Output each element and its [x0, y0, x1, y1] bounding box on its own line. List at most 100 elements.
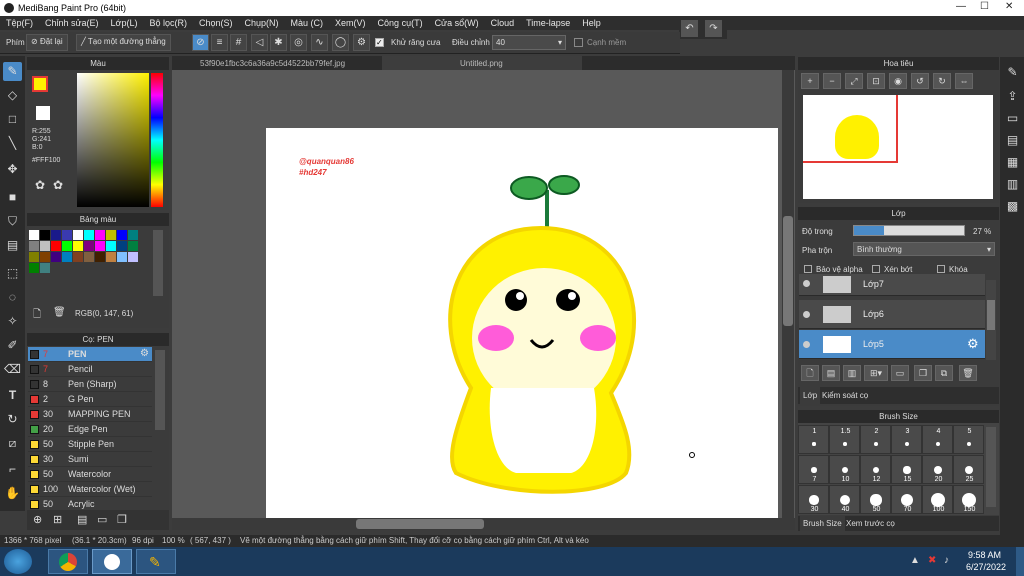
background-color-swatch[interactable] — [36, 106, 50, 120]
maximize-icon[interactable]: ☐ — [980, 1, 989, 12]
rotate-left-icon[interactable]: ↺ — [911, 73, 929, 89]
visibility-icon[interactable] — [803, 311, 810, 318]
brush-item[interactable]: 100 Watercolor (Wet) — [28, 482, 152, 497]
hand-tool-icon[interactable]: ✋ — [3, 484, 22, 503]
palette-swatch[interactable] — [40, 252, 50, 262]
palette-swatch[interactable] — [84, 252, 94, 262]
menu-item[interactable]: Cửa sổ(W) — [429, 18, 485, 28]
fit-icon[interactable]: ⤢ — [845, 73, 863, 89]
menu-item[interactable]: Xem(V) — [329, 18, 372, 28]
settings-icon[interactable]: ⚙ — [353, 34, 370, 51]
palette-swatch[interactable] — [128, 241, 138, 251]
delete-layer-icon[interactable]: 🗑 — [959, 365, 977, 381]
foreground-color-swatch[interactable] — [32, 76, 48, 92]
brush-props-icon[interactable]: ▤ — [77, 513, 87, 526]
palette-swatch[interactable] — [29, 241, 39, 251]
palette-swatch[interactable] — [73, 241, 83, 251]
close-icon[interactable]: ✕ — [1005, 1, 1013, 12]
grid-icon[interactable]: # — [230, 34, 247, 51]
delete-palette-icon[interactable]: 🗑 — [53, 307, 66, 318]
line-tool-icon[interactable]: ╲ — [3, 134, 22, 153]
rotate-right-icon[interactable]: ↻ — [933, 73, 951, 89]
blend-mode-select[interactable]: Bình thường ▾ — [853, 242, 995, 256]
flip-icon[interactable]: ⇔ — [955, 73, 973, 89]
palette-swatch[interactable] — [40, 263, 50, 273]
brush-size-cell[interactable]: 12 — [860, 455, 891, 484]
protect-alpha-checkbox[interactable] — [804, 265, 812, 273]
layer-scrollbar[interactable] — [986, 280, 996, 360]
palette-swatches[interactable] — [29, 230, 147, 273]
straight-line-button[interactable]: ╱ Tạo một đường thẳng — [76, 34, 171, 51]
brush-size-cell[interactable]: 100 — [922, 485, 953, 514]
brush-size-cell[interactable]: 150 — [953, 485, 984, 514]
comment-icon[interactable]: ▤ — [1003, 131, 1022, 150]
clock-time[interactable]: 9:58 AM — [968, 550, 1001, 560]
operation-tool-icon[interactable]: ↻ — [3, 410, 22, 429]
menu-item[interactable]: Time-lapse — [520, 18, 576, 28]
brush-size-cell[interactable]: 50 — [860, 485, 891, 514]
brush-scrollbar[interactable] — [155, 350, 165, 430]
volume-icon[interactable]: ♪ — [944, 555, 949, 566]
copy-brush-icon[interactable]: ❐ — [117, 513, 127, 526]
palette-swatch[interactable] — [29, 230, 39, 240]
tray-arrow-icon[interactable]: ▲ — [910, 555, 920, 566]
palette-swatch[interactable] — [73, 252, 83, 262]
hatch-icon[interactable]: ≡ — [211, 34, 228, 51]
zoom-in-icon[interactable]: + — [801, 73, 819, 89]
select-tool-icon[interactable]: ⬚ — [3, 264, 22, 283]
bucket-tool-icon[interactable]: ⛉ — [3, 212, 22, 231]
move-tool-icon[interactable]: ✥ — [3, 160, 22, 179]
clip-checkbox[interactable] — [872, 265, 880, 273]
zoom-out-icon[interactable]: − — [823, 73, 841, 89]
actual-size-icon[interactable]: ⊡ — [867, 73, 885, 89]
layer-folder-icon[interactable]: ▭ — [891, 365, 909, 381]
brush-size-cell[interactable]: 4 — [922, 425, 953, 454]
brush-item[interactable]: 8 Pen (Sharp) — [28, 377, 152, 392]
menu-item[interactable]: Cloud — [485, 18, 521, 28]
palette-swatch[interactable] — [40, 241, 50, 251]
antialias-checkbox[interactable]: ✓ — [375, 38, 384, 47]
palette-swatch[interactable] — [62, 252, 72, 262]
menu-item[interactable]: Chọn(S) — [193, 18, 239, 28]
layer-props-icon[interactable]: ▥ — [843, 365, 861, 381]
tab-brush-size[interactable]: Brush Size — [800, 516, 845, 531]
select-eraser-icon[interactable]: ⌫ — [3, 360, 22, 379]
menu-item[interactable]: Chụp(N) — [239, 18, 285, 28]
brush-tool-icon[interactable]: ✎ — [3, 62, 22, 81]
brush-item[interactable]: 20 Edge Pen — [28, 422, 152, 437]
palette-swatch[interactable] — [95, 230, 105, 240]
brush-size-cell[interactable]: 10 — [829, 455, 860, 484]
saturation-value-picker[interactable] — [77, 73, 149, 207]
palette-swatch[interactable] — [29, 263, 39, 273]
brush-size-cell[interactable]: 5 — [953, 425, 984, 454]
palette-swatch[interactable] — [128, 252, 138, 262]
reset-button[interactable]: ⊘ Đặt lại — [26, 34, 68, 51]
lock-checkbox[interactable] — [937, 265, 945, 273]
layer-settings-icon[interactable]: ⚙ — [967, 336, 979, 352]
eraser-tool-icon[interactable]: ◇ — [3, 86, 22, 105]
brush-size-cell[interactable]: 30 — [798, 485, 829, 514]
brush-item[interactable]: 50 Stipple Pen — [28, 437, 152, 452]
show-desktop-button[interactable] — [1016, 547, 1024, 576]
brush-size-cell[interactable]: 2 — [860, 425, 891, 454]
palette-swatch[interactable] — [62, 230, 72, 240]
drawing-canvas[interactable]: @quanquan86 #hd247 — [266, 128, 778, 518]
tab-brush-control[interactable]: Kiểm soát cọ — [822, 391, 868, 400]
tab-image-file[interactable]: 53f90e1fbc3c6a36a9c5d4522bb79fef.jpg — [200, 59, 345, 68]
brush-item[interactable]: 7 Pencil — [28, 362, 152, 377]
add-brush-menu-icon[interactable]: ⊞ — [53, 513, 62, 526]
tile-icon[interactable]: ▥ — [1003, 175, 1022, 194]
palette-swatch[interactable] — [84, 241, 94, 251]
canvas-vertical-scrollbar[interactable] — [782, 70, 794, 518]
magic-wand-icon[interactable]: ✧ — [3, 312, 22, 331]
palette-swatch[interactable] — [95, 241, 105, 251]
visibility-icon[interactable] — [803, 280, 810, 287]
palette-swatch[interactable] — [51, 241, 61, 251]
paint-taskbar-icon[interactable]: ✎ — [136, 549, 176, 574]
edge-checkbox[interactable] — [574, 38, 583, 47]
rectangle-tool-icon[interactable]: □ — [3, 110, 22, 129]
opacity-slider[interactable] — [853, 225, 965, 236]
chrome-taskbar-icon[interactable] — [48, 549, 88, 574]
palette-swatch[interactable] — [95, 252, 105, 262]
adjust-select[interactable]: 40 ▾ — [492, 35, 566, 50]
